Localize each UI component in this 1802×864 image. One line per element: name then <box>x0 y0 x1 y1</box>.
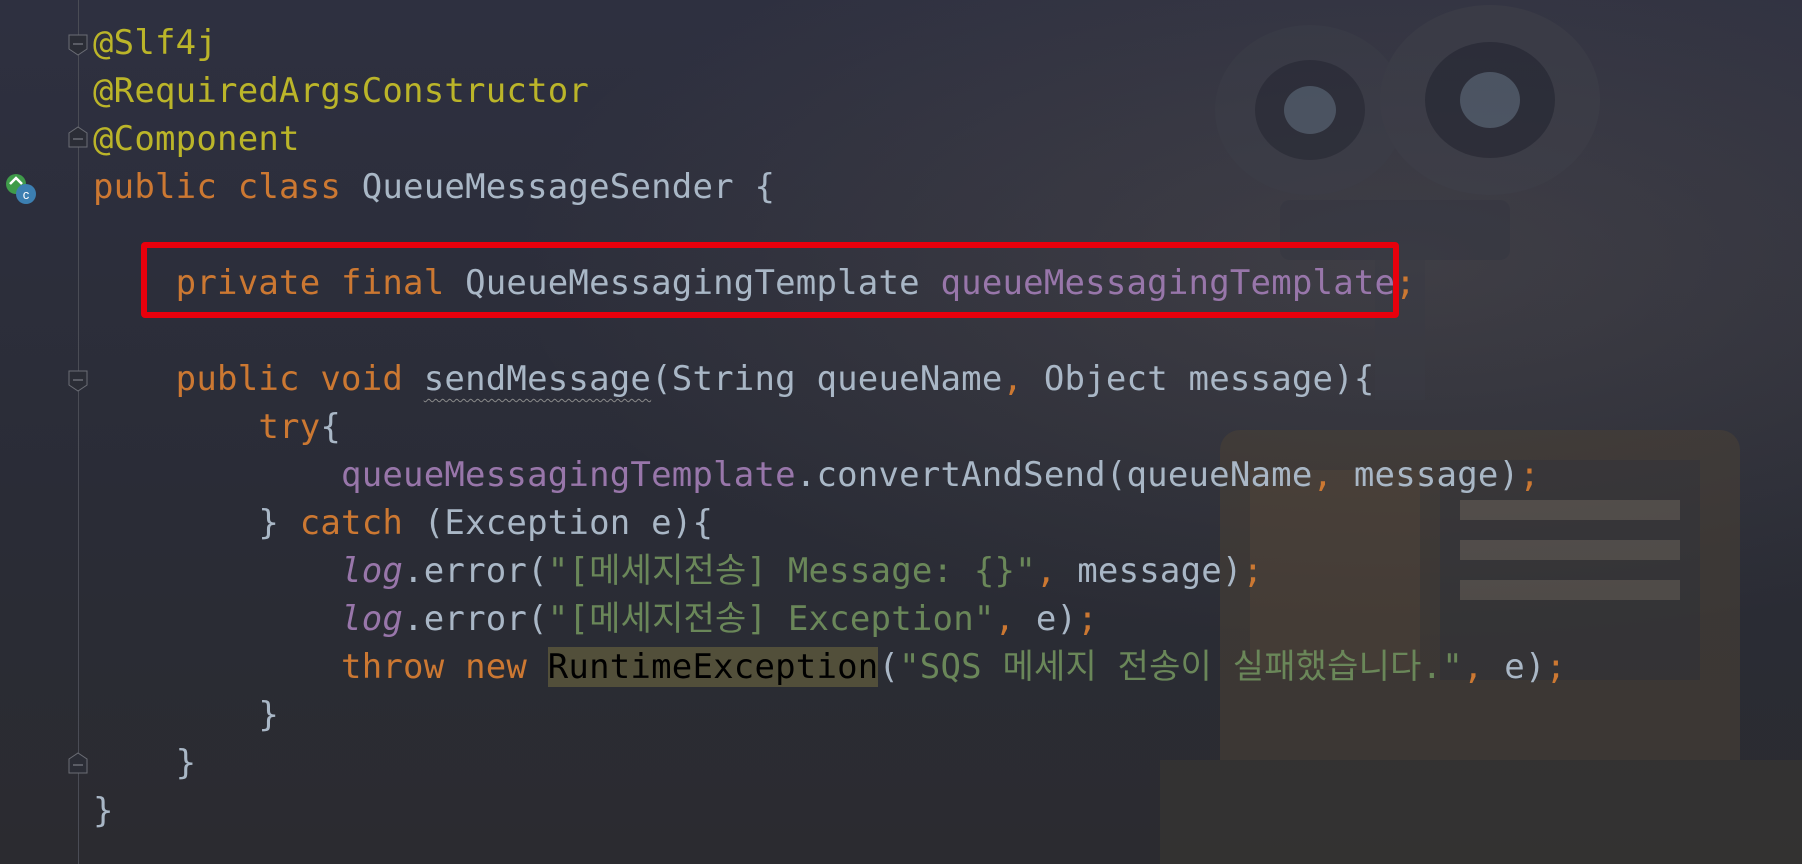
code-token: @Component <box>93 119 300 159</box>
code-token: message) <box>1077 551 1243 591</box>
code-token: void <box>320 359 424 399</box>
code-token: } <box>93 695 280 735</box>
robot-wallpaper-icon <box>1160 5 1802 864</box>
code-token: QueueMessageSender { <box>361 167 776 207</box>
code-line[interactable]: try{ <box>93 405 341 449</box>
code-token: ( <box>878 647 900 687</box>
code-token: , <box>1312 455 1354 495</box>
code-line[interactable]: throw new RuntimeException("SQS 메세지 전송이 … <box>93 645 1566 689</box>
code-line[interactable]: private final QueueMessagingTemplate que… <box>93 261 1416 305</box>
code-token: , <box>1462 647 1505 687</box>
code-token: public <box>93 167 238 207</box>
code-token: } <box>93 503 300 543</box>
code-token: message) <box>1353 455 1520 495</box>
code-token: log <box>341 599 404 639</box>
code-token: e) <box>1035 599 1078 639</box>
code-token: "SQS 메세지 전송이 실패했습니다." <box>899 647 1463 687</box>
code-token: try <box>93 407 321 447</box>
code-token: queueMessagingTemplate <box>940 263 1396 303</box>
code-token: private <box>93 263 342 303</box>
code-token: log <box>341 551 404 591</box>
code-line[interactable]: @Slf4j <box>93 21 217 65</box>
code-token: e) <box>1504 647 1546 687</box>
code-token: RuntimeException <box>547 647 879 687</box>
code-token: throw <box>93 647 466 687</box>
code-token: ; <box>1242 551 1264 591</box>
code-token: ; <box>1395 263 1416 303</box>
code-line[interactable]: public void sendMessage(String queueName… <box>93 357 1375 401</box>
code-token: ; <box>1545 647 1567 687</box>
code-token: } <box>93 743 197 783</box>
code-line[interactable]: } <box>93 693 279 737</box>
code-token: , <box>994 599 1036 639</box>
code-token: Object message){ <box>1043 359 1375 399</box>
code-token: ; <box>1077 599 1098 639</box>
code-line[interactable]: } catch (Exception e){ <box>93 501 713 545</box>
code-token: .error( <box>403 599 548 639</box>
code-token: (Exception e){ <box>423 503 714 543</box>
code-token: catch <box>299 503 424 543</box>
code-line[interactable]: } <box>93 789 114 833</box>
code-line[interactable]: queueMessagingTemplate.convertAndSend(qu… <box>93 453 1540 497</box>
svg-text:c: c <box>23 187 30 202</box>
code-token: , <box>1035 551 1078 591</box>
code-token: "[메세지전송] Exception" <box>547 599 995 639</box>
code-token: } <box>93 791 114 831</box>
code-token: final <box>341 263 466 303</box>
code-line[interactable]: } <box>93 741 196 785</box>
code-line[interactable]: log.error("[메세지전송] Exception", e); <box>93 597 1098 641</box>
code-token: .error( <box>403 551 548 591</box>
code-token: { <box>320 407 342 447</box>
code-token: "[메세지전송] Message: {}" <box>547 551 1036 591</box>
code-token: @RequiredArgsConstructor <box>93 71 590 111</box>
fold-marker-icon[interactable] <box>68 126 88 148</box>
code-token: class <box>237 167 362 207</box>
code-line[interactable]: log.error("[메세지전송] Message: {}", message… <box>93 549 1263 593</box>
code-token: public <box>93 359 321 399</box>
code-token: QueueMessagingTemplate <box>465 263 941 303</box>
fold-marker-icon[interactable] <box>68 370 88 392</box>
code-token: , <box>1002 359 1044 399</box>
code-token: sendMessage <box>423 359 652 399</box>
code-token: new <box>465 647 548 687</box>
code-token: @Slf4j <box>93 23 218 63</box>
fold-marker-icon[interactable] <box>68 34 88 56</box>
code-token: queueMessagingTemplate <box>93 455 796 495</box>
code-line[interactable]: public class QueueMessageSender { <box>93 165 775 209</box>
code-token: .convertAndSend(queueName <box>795 455 1313 495</box>
class-implementation-icon[interactable]: c <box>4 172 38 206</box>
code-token: ; <box>1519 455 1540 495</box>
code-token: (String queueName <box>651 359 1003 399</box>
fold-marker-icon[interactable] <box>68 752 88 774</box>
code-line[interactable]: @RequiredArgsConstructor <box>93 69 589 113</box>
code-line[interactable]: @Component <box>93 117 300 161</box>
